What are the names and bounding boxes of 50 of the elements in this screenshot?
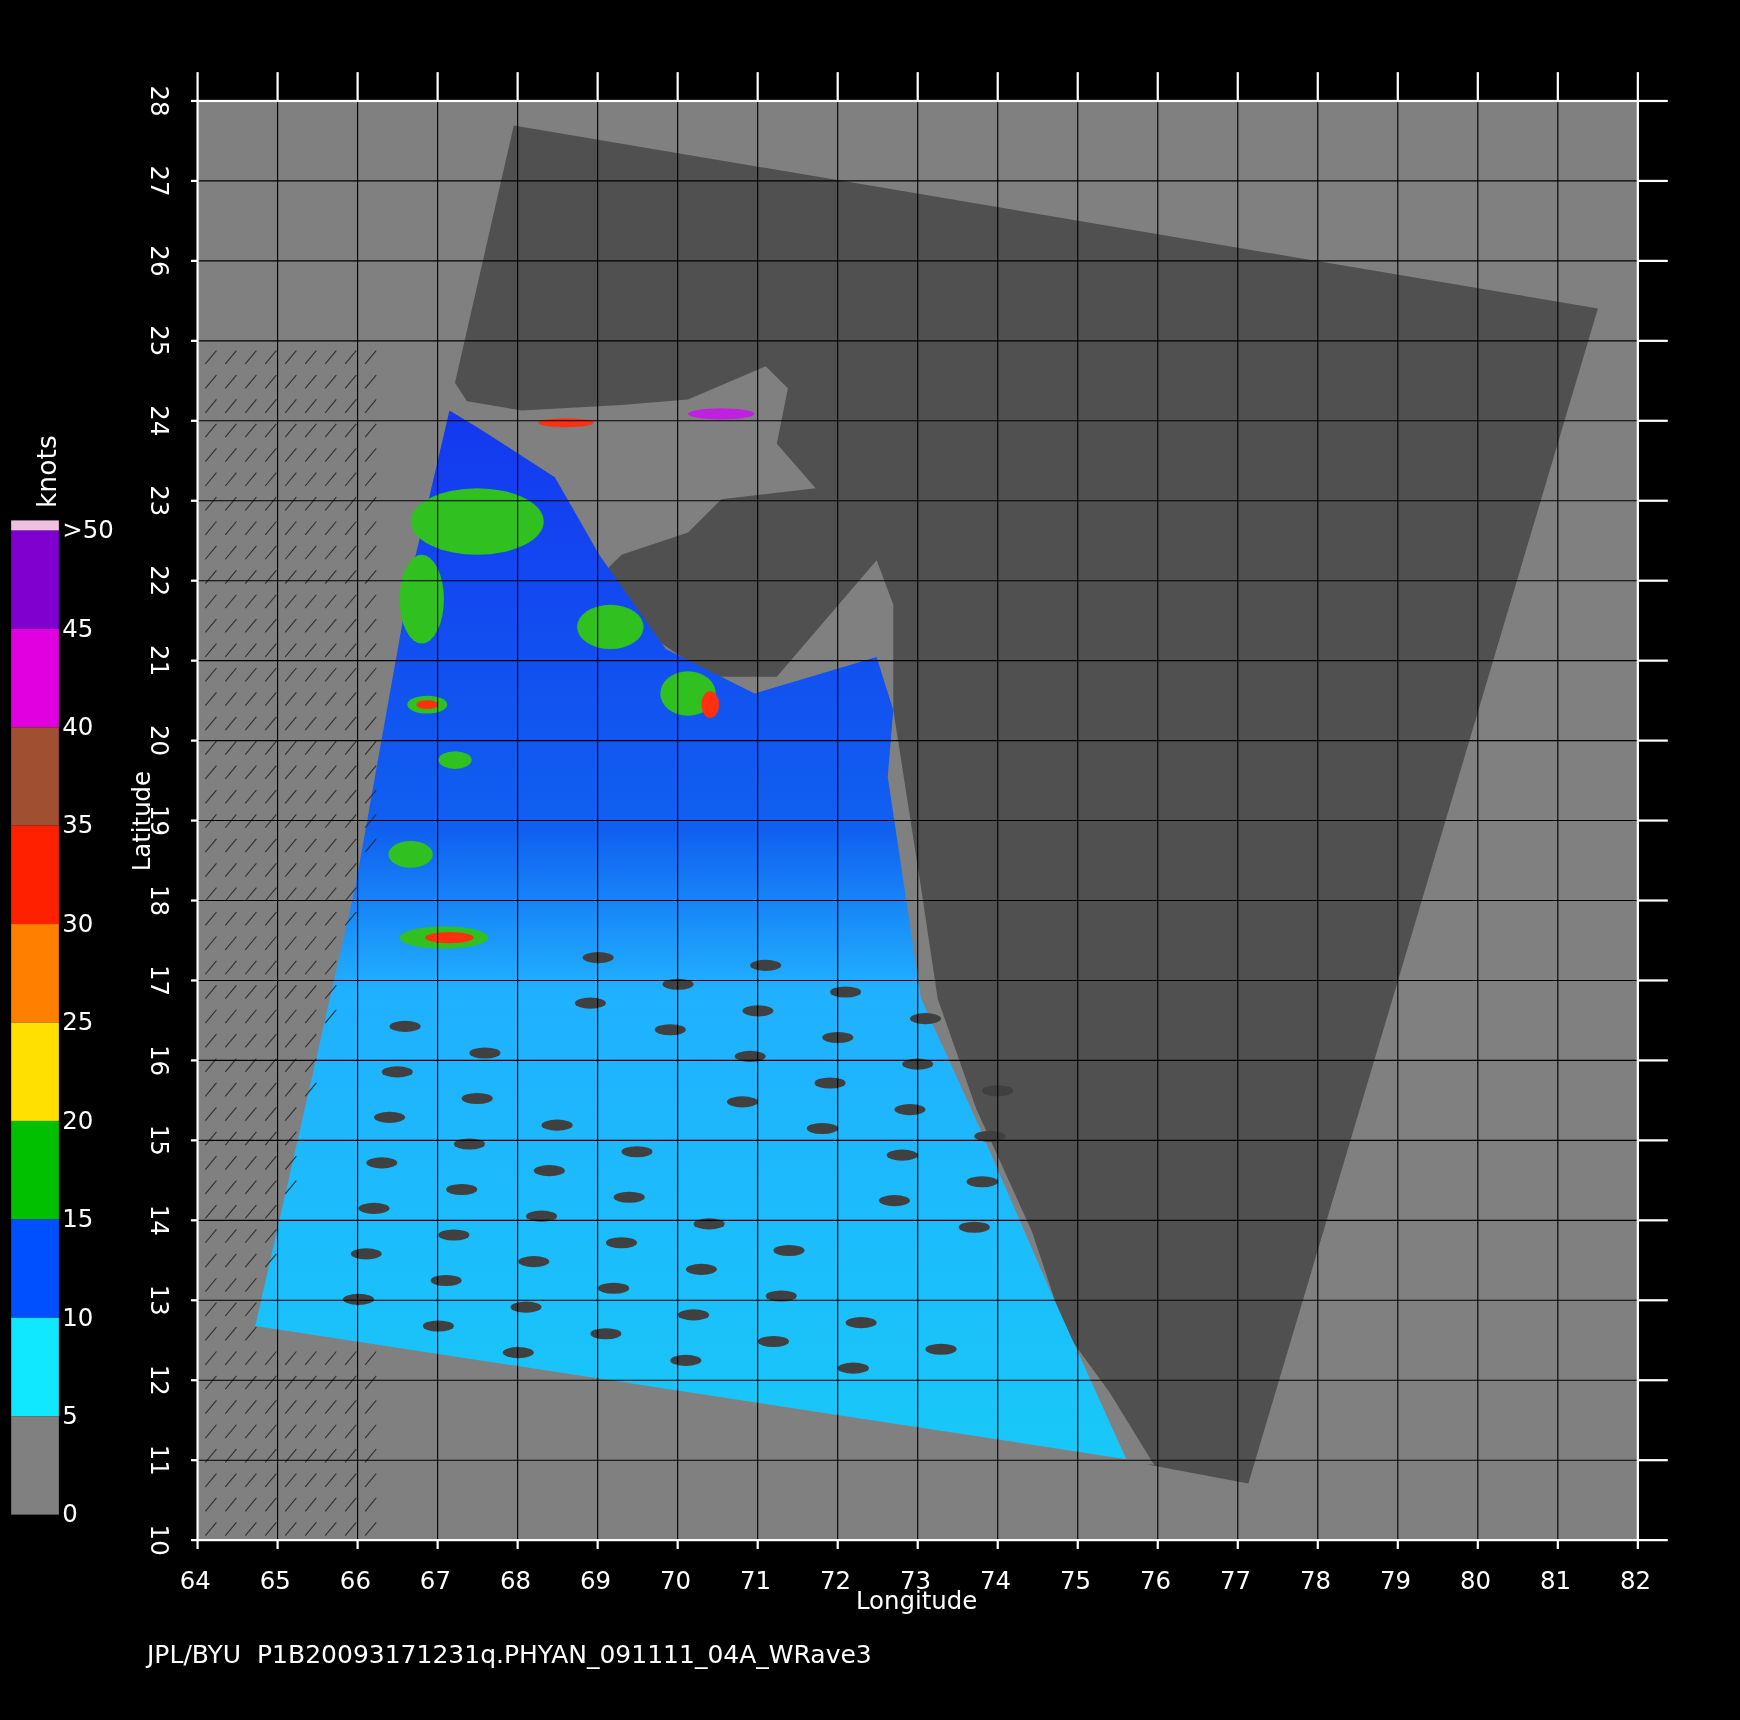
axis-tick-label: 18 <box>144 885 174 917</box>
axis-tick-label: 16 <box>144 1044 174 1076</box>
axis-tick-label: 75 <box>1060 1565 1092 1595</box>
axis-tick-label: 66 <box>339 1565 371 1595</box>
colorbar-label: >50 <box>62 515 114 545</box>
colorbar-label: 0 <box>62 1499 78 1529</box>
axis-tick-label: 78 <box>1300 1565 1332 1595</box>
axis-tick-label: 81 <box>1540 1565 1572 1595</box>
axis-tick-label: 21 <box>144 645 174 677</box>
colorbar-label: 15 <box>62 1204 94 1234</box>
axis-tick-label: 27 <box>144 165 174 197</box>
axis-tick-label: 76 <box>1140 1565 1172 1595</box>
axis-tick-label: 17 <box>144 964 174 996</box>
colorbar-label: 30 <box>62 908 94 938</box>
axis-tick-label: 20 <box>144 725 174 757</box>
axis-tick-label: 22 <box>144 565 174 597</box>
axis-tick-label: 25 <box>144 325 174 357</box>
axis-tick-label: 72 <box>819 1565 851 1595</box>
colorbar-cap <box>11 520 59 531</box>
colorbar-label: 25 <box>62 1007 94 1037</box>
colorbar-label: 40 <box>62 712 94 741</box>
axis-tick-label: 68 <box>499 1565 531 1595</box>
axis-tick-label: 70 <box>659 1565 691 1595</box>
colorbar-label: 20 <box>62 1105 94 1135</box>
colorbar-label: 45 <box>62 613 94 643</box>
axis-tick-label: 79 <box>1380 1565 1412 1595</box>
axis-tick-label: 14 <box>144 1204 174 1236</box>
axis-tick-label: 74 <box>980 1565 1012 1595</box>
axis-tick-label: 12 <box>144 1364 174 1396</box>
axis-tick-label: 65 <box>259 1565 291 1595</box>
colorbar-label: 10 <box>62 1302 94 1332</box>
axis-tick-label: 71 <box>739 1565 771 1595</box>
axis-tick-label: 24 <box>144 405 174 437</box>
axis-tick-label: 23 <box>144 485 174 517</box>
axis-tick-label: 28 <box>144 85 174 117</box>
axis-tick-label: 80 <box>1460 1565 1492 1595</box>
axis-tick-label: 64 <box>179 1565 211 1595</box>
colorbar-title: knots <box>30 435 62 509</box>
axis-tick-label: 69 <box>579 1565 611 1595</box>
axis-tick-label: 67 <box>419 1565 451 1595</box>
axis-tick-label: 82 <box>1620 1565 1652 1595</box>
axis-tick-label: 11 <box>144 1444 174 1476</box>
colorbar-label: 35 <box>62 810 94 840</box>
axis-tick-label: 26 <box>144 245 174 277</box>
axis-tick-label: 13 <box>144 1284 174 1316</box>
axis-tick-label: 15 <box>144 1124 174 1156</box>
colorbar-label: 5 <box>62 1400 78 1430</box>
axis-tick-label: 77 <box>1220 1565 1252 1595</box>
axis-tick-label: 10 <box>144 1524 174 1556</box>
plot-caption: JPL/BYU P1B20093171231q.PHYAN_091111_04A_WRave3 <box>147 1640 872 1669</box>
